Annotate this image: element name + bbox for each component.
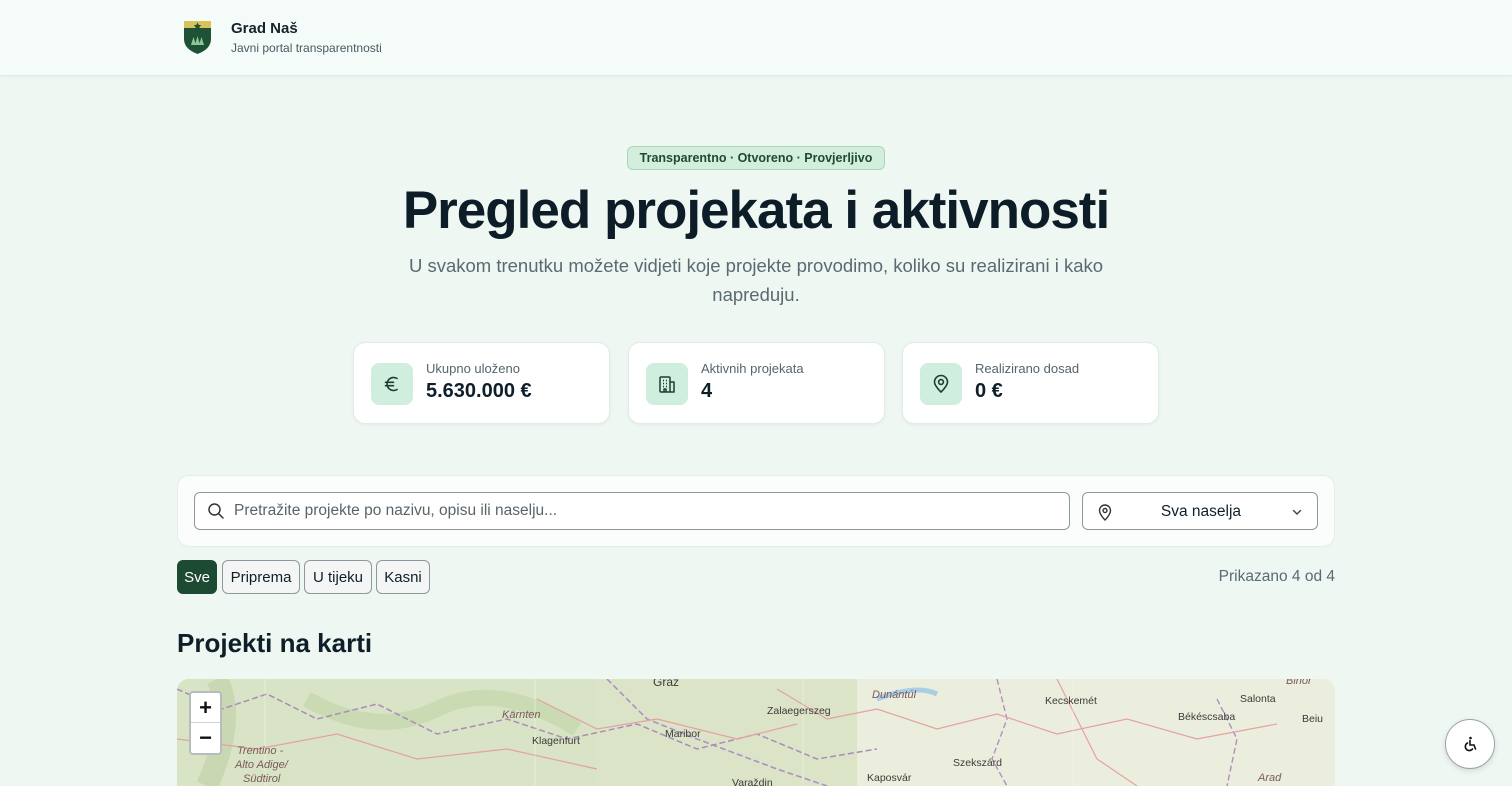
map-label-kecskemet: Kecskemét [1045,695,1097,707]
settlement-select-value: Sva naselja [1160,503,1242,520]
map-label-szekszard: Szekszárd [953,757,1003,769]
map-pin-icon [920,363,962,405]
page-subtitle: U svakom trenutku možete vidjeti koje pr… [408,255,1104,305]
accessibility-button[interactable] [1445,719,1495,769]
map-label-klagenfurt: Klagenfurt [532,735,580,747]
map-label-beiu: Beiu [1302,713,1324,725]
stat-card-active-projects: Aktivnih projekata 4 [628,342,885,424]
search-input[interactable]: Pretražite projekte po nazivu, opisu ili… [194,492,1070,530]
map-label-trentino: Trentino - [237,745,284,757]
stat-value: 5.630.000 € [426,380,532,402]
map-label-bekescsaba: Békéscsaba [1178,711,1236,723]
map-label-arad: Arad [1258,772,1282,784]
stat-label: Ukupno uloženo [426,361,520,376]
accessibility-icon [1464,736,1477,752]
map-label-salonta: Salonta [1240,693,1276,705]
stat-card-invested: Ukupno uloženo 5.630.000 € [353,342,610,424]
zoom-out-button[interactable]: − [191,723,220,753]
map-label-sudtirol: Südtirol [243,773,281,785]
stat-label: Aktivnih projekata [701,361,804,376]
building-icon [646,363,688,405]
page-title: Pregled projekata i aktivnosti [402,181,1110,240]
filter-late[interactable]: Kasni [376,560,430,594]
map-label-graz: Graz [653,679,680,689]
map-zoom-control: + − [189,691,222,755]
stat-card-realized: Realizirano dosad 0 € [902,342,1159,424]
map-label-alto-adige: Alto Adige/ [235,759,288,771]
search-placeholder: Pretražite projekte po nazivu, opisu ili… [234,502,558,519]
map-label-kaposvar: Kaposvár [867,772,912,784]
map-label-dunantul: Dunántúl [872,689,917,701]
map-section-title: Projekti na karti [177,628,373,658]
brand[interactable]: Grad Naš Javni portal transparentnosti [182,19,382,55]
app-subtitle: Javni portal transparentnosti [231,40,382,55]
app-name: Grad Naš [231,19,298,37]
chevron-down-icon [1292,509,1302,515]
search-icon [208,503,224,519]
tagline-badge: Transparentno · Otvoreno · Provjerljivo [627,146,885,170]
map-label-varazdin: Varaždin [732,777,773,786]
map-label-zalaegerszeg: Zalaegerszeg [767,705,831,717]
map-label-karnten: Kärnten [502,709,541,721]
stat-value: 0 € [975,380,1003,402]
filter-in-progress[interactable]: U tijeku [304,560,372,594]
project-map[interactable]: Graz Kärnten Klagenfurt Trentino - Alto … [177,679,1335,786]
filter-preparation[interactable]: Priprema [222,560,300,594]
stat-label: Realizirano dosad [975,361,1080,376]
top-header: Grad Naš Javni portal transparentnosti [0,0,1512,76]
settlement-select[interactable]: Sva naselja [1082,492,1318,530]
map-label-maribor: Maribor [665,728,701,740]
euro-icon [371,363,413,405]
map-label-bihor: Bihor [1286,679,1312,687]
results-count: Prikazano 4 od 4 [1218,568,1335,585]
city-crest-icon [184,21,211,54]
map-tiles [177,679,1335,786]
stat-value: 4 [701,380,713,402]
filter-all[interactable]: Sve [177,560,217,594]
zoom-in-button[interactable]: + [191,693,220,723]
